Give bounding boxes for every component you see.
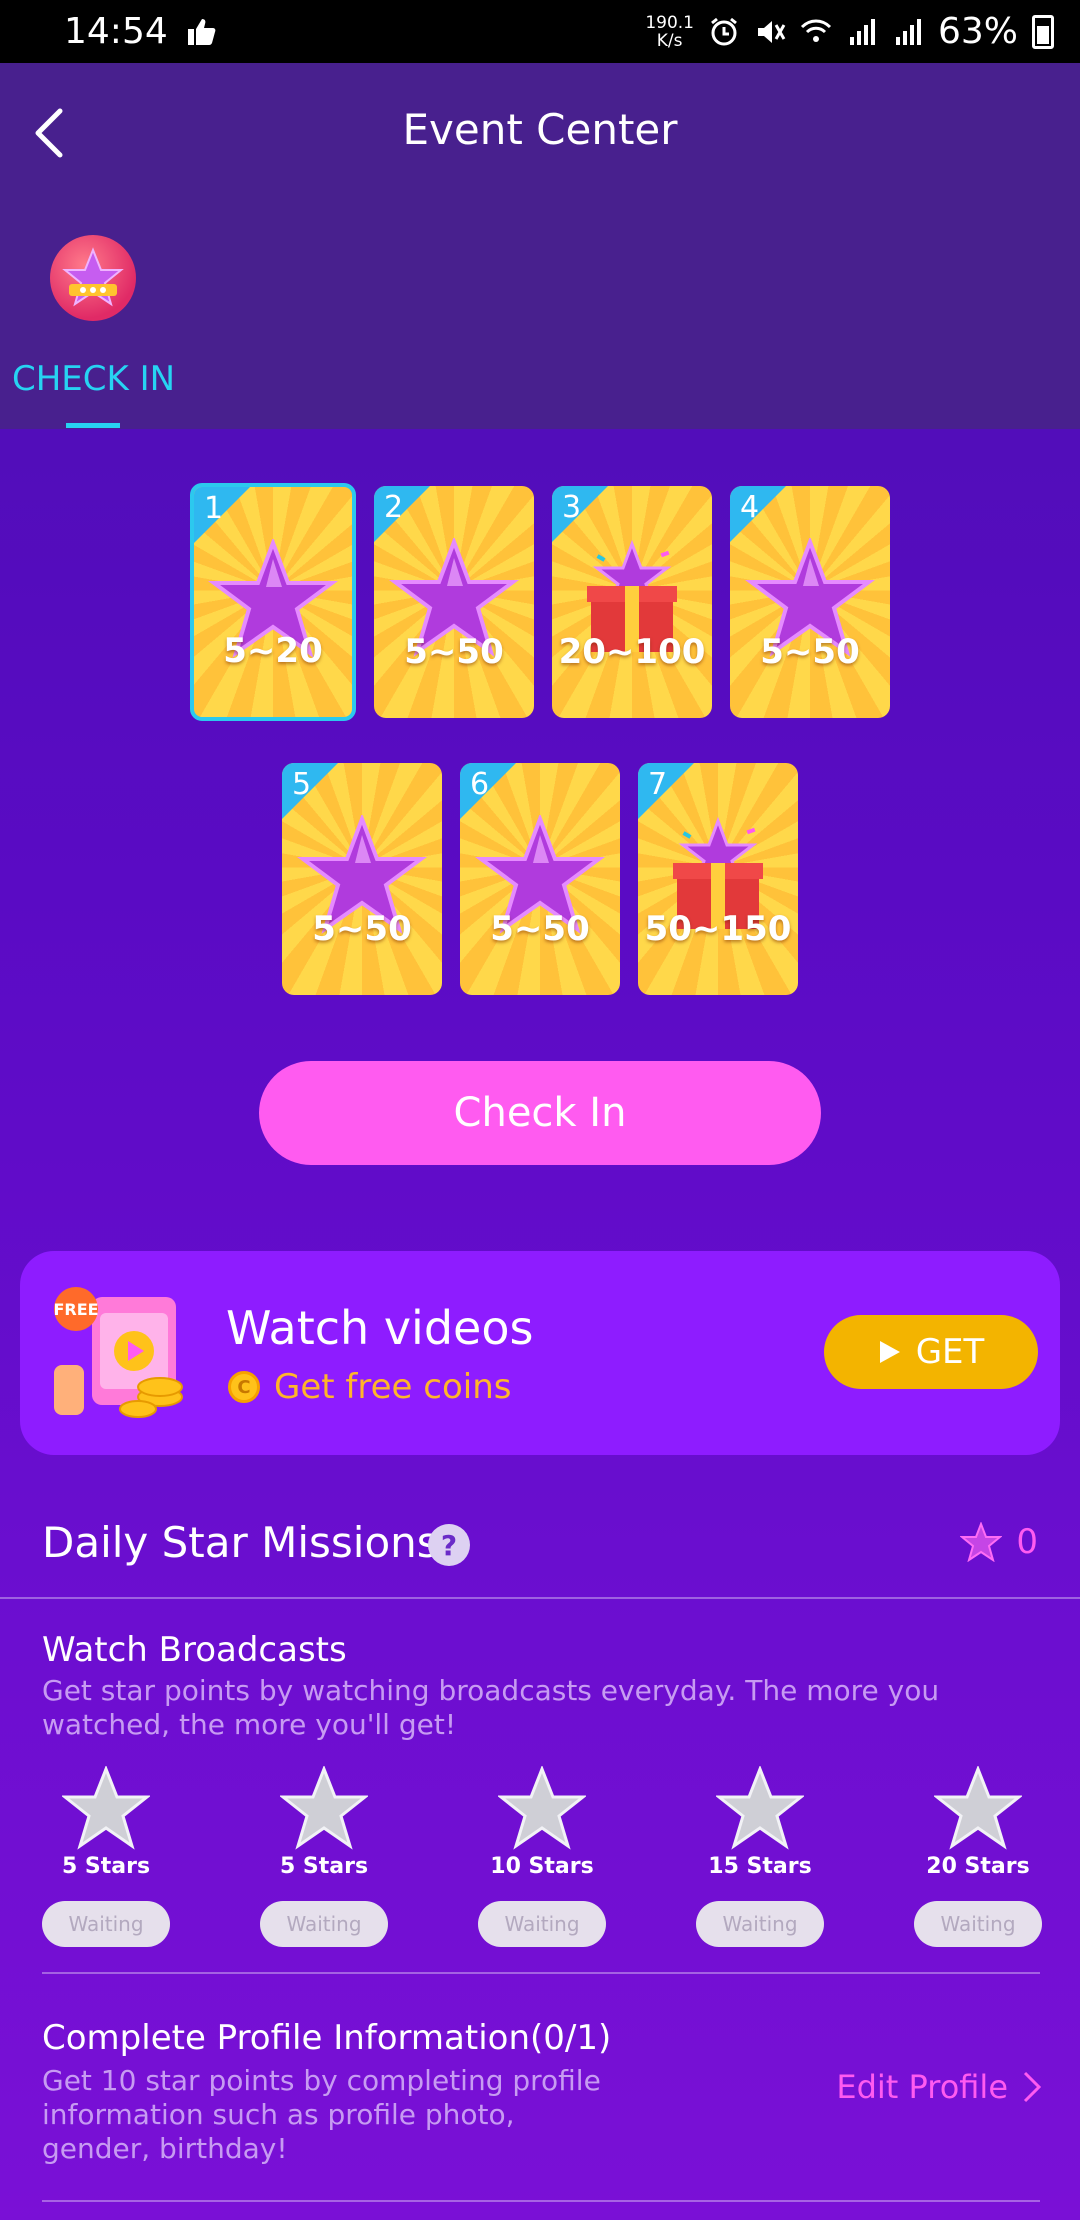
svg-text:FREE: FREE (53, 1300, 98, 1319)
tier-item: 5 Stars Waiting (42, 1766, 170, 1947)
prize-range: 5~20 (223, 631, 323, 671)
checkin-row-1: 1 5~20 2 5~50 3 20~100 4 5~50 (0, 483, 1080, 721)
checkin-card-day-7[interactable]: 7 50~150 (638, 763, 798, 995)
missions-title: Daily Star Missions (42, 1518, 439, 1567)
silver-star-icon (62, 1766, 150, 1850)
day-number: 4 (740, 490, 760, 525)
prize-range: 50~150 (644, 909, 792, 949)
tier-item: 5 Stars Waiting (260, 1766, 388, 1947)
prize-range: 5~50 (760, 632, 860, 672)
alarm-icon (711, 17, 737, 45)
watch-videos-banner: FREE Watch videos C Get free coins GET (20, 1251, 1060, 1455)
divider (0, 1597, 1080, 1599)
tier-label: 5 Stars (279, 1854, 369, 1879)
free-video-illustration-icon: FREE (53, 1287, 183, 1418)
checkin-row-2: 5 5~50 6 5~50 7 50~150 (0, 763, 1080, 995)
tier-label: 10 Stars (490, 1854, 594, 1879)
prize-range: 20~100 (558, 632, 706, 672)
watch-broadcasts-description: Get star points by watching broadcasts e… (42, 1674, 940, 1741)
day-number: 5 (292, 767, 312, 802)
complete-profile-title: Complete Profile Information(0/1) (42, 2018, 612, 2058)
waiting-badge: Waiting (478, 1901, 606, 1947)
silver-star-icon (498, 1766, 586, 1850)
mute-icon (757, 20, 786, 43)
play-icon (879, 1341, 900, 1363)
tab-active-indicator (66, 423, 120, 428)
waiting-badge: Waiting (914, 1901, 1042, 1947)
signal-icon-2 (895, 18, 921, 45)
coin-icon: C (228, 1371, 260, 1403)
pink-star-icon (960, 1522, 1003, 1562)
waiting-badge: Waiting (696, 1901, 824, 1947)
star-badge-icon (62, 247, 124, 307)
day-number: 7 (648, 767, 668, 802)
checkin-card-day-3[interactable]: 3 20~100 (552, 486, 712, 718)
edit-profile-link[interactable]: Edit Profile (836, 2068, 1042, 2106)
app-header: Event Center CHECK IN (0, 63, 1080, 429)
divider (42, 1972, 1040, 1974)
day-number: 2 (384, 490, 404, 525)
prize-range: 5~50 (404, 632, 504, 672)
silver-star-icon (716, 1766, 804, 1850)
divider (42, 2200, 1040, 2202)
status-time: 14:54 (64, 11, 168, 52)
status-right: 190.1 K/s 63% (645, 11, 1054, 52)
checkin-card-day-6[interactable]: 6 5~50 (460, 763, 620, 995)
checkin-card-day-4[interactable]: 4 5~50 (730, 486, 890, 718)
tier-label: 15 Stars (708, 1854, 812, 1879)
tier-item: 15 Stars Waiting (696, 1766, 824, 1947)
get-button[interactable]: GET (824, 1315, 1038, 1389)
tab-check-in[interactable]: CHECK IN (12, 359, 175, 399)
chevron-right-icon (1023, 2071, 1042, 2103)
wifi-icon (800, 19, 832, 42)
tier-label: 20 Stars (926, 1854, 1030, 1879)
prize-range: 5~50 (490, 909, 590, 949)
silver-star-icon (934, 1766, 1022, 1850)
status-bar: 14:54 190.1 K/s 63% (0, 0, 1080, 63)
checkin-card-day-1[interactable]: 1 5~20 (190, 483, 356, 721)
day-number: 3 (562, 490, 582, 525)
complete-profile-description: Get 10 star points by completing profile… (42, 2064, 601, 2165)
signal-icon (849, 18, 875, 45)
tier-item: 10 Stars Waiting (478, 1766, 606, 1947)
watch-videos-subtitle: C Get free coins (228, 1367, 511, 1407)
help-icon[interactable]: ? (428, 1524, 470, 1566)
day-number: 6 (470, 767, 490, 802)
waiting-badge: Waiting (42, 1901, 170, 1947)
network-speed: 190.1 K/s (645, 12, 694, 51)
waiting-badge: Waiting (260, 1901, 388, 1947)
prize-range: 5~50 (312, 909, 412, 949)
page-title: Event Center (402, 105, 678, 154)
status-left: 14:54 (64, 11, 218, 52)
check-in-tab-icon[interactable] (50, 235, 136, 321)
checkin-card-day-2[interactable]: 2 5~50 (374, 486, 534, 718)
missions-header: Daily Star Missions ? 0 (42, 1518, 1042, 1578)
checkin-card-day-5[interactable]: 5 5~50 (282, 763, 442, 995)
watch-videos-title: Watch videos (226, 1301, 534, 1355)
tier-label: 5 Stars (61, 1854, 151, 1879)
silver-star-icon (280, 1766, 368, 1850)
battery-icon (1032, 14, 1054, 49)
tier-item: 20 Stars Waiting (914, 1766, 1042, 1947)
star-points-counter: 0 (960, 1522, 1038, 1562)
broadcast-tiers: 5 Stars Waiting 5 Stars Waiting 10 Stars… (42, 1766, 1042, 1947)
watch-broadcasts-title: Watch Broadcasts (42, 1630, 347, 1670)
thumbs-up-icon (187, 18, 216, 45)
check-in-button[interactable]: Check In (259, 1061, 821, 1165)
battery-percent: 63% (937, 11, 1018, 52)
day-number: 1 (204, 491, 224, 526)
